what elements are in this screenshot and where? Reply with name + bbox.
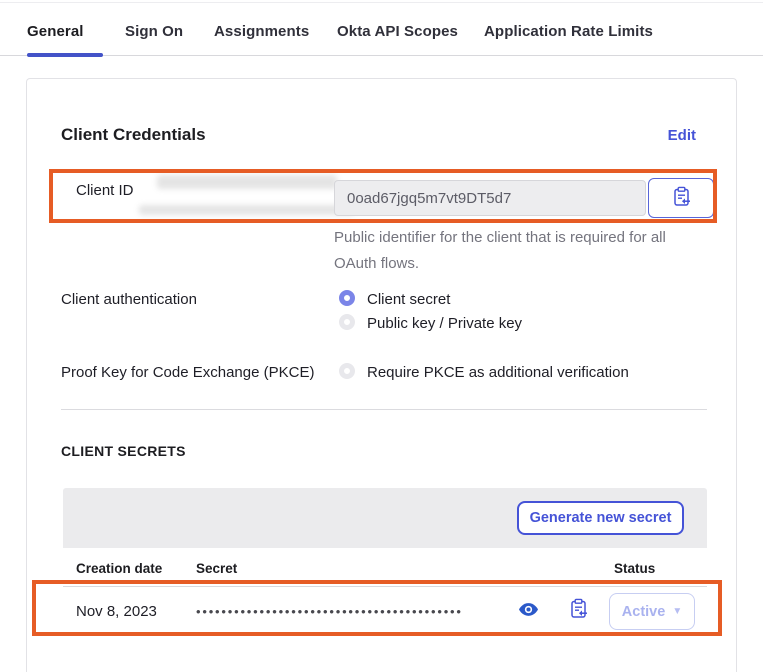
client-id-label: Client ID [76, 182, 134, 199]
eye-icon [519, 603, 538, 619]
masked-secret-value: ••••••••••••••••••••••••••••••••••••••••… [196, 604, 508, 619]
blurred-artifact [157, 175, 337, 189]
status-dropdown-button[interactable]: Active ▼ [609, 593, 695, 630]
client-credentials-title: Client Credentials [61, 125, 206, 145]
column-header-creation-date: Creation date [76, 561, 162, 576]
tab-general[interactable]: General [27, 23, 84, 40]
secret-creation-date: Nov 8, 2023 [76, 603, 157, 620]
tab-assignments[interactable]: Assignments [214, 23, 309, 40]
radio-public-private-key[interactable] [339, 314, 355, 330]
clipboard-paste-icon [569, 598, 588, 622]
blurred-artifact [139, 205, 354, 215]
column-header-status: Status [614, 561, 655, 576]
edit-link[interactable]: Edit [668, 127, 696, 144]
pkce-checkbox[interactable] [339, 363, 355, 379]
tab-sign-on[interactable]: Sign On [125, 23, 183, 40]
client-id-help-text: Public identifier for the client that is… [334, 225, 674, 277]
section-divider [61, 409, 707, 410]
general-settings-card: Client Credentials Edit Client ID Public… [26, 78, 737, 672]
top-divider [0, 2, 763, 3]
active-tab-indicator [27, 53, 103, 57]
pkce-option-label[interactable]: Require PKCE as additional verification [367, 364, 629, 381]
tab-bar: General Sign On Assignments Okta API Sco… [0, 14, 763, 56]
table-header-border [63, 586, 707, 587]
column-header-secret: Secret [196, 561, 237, 576]
pkce-label: Proof Key for Code Exchange (PKCE) [61, 364, 314, 381]
radio-client-secret-label[interactable]: Client secret [367, 291, 450, 308]
client-secrets-title: CLIENT SECRETS [61, 443, 186, 459]
radio-client-secret[interactable] [339, 290, 355, 306]
status-label: Active [622, 604, 666, 620]
client-authentication-label: Client authentication [61, 291, 197, 308]
clipboard-paste-icon [672, 186, 691, 210]
reveal-secret-button[interactable] [516, 602, 540, 620]
generate-new-secret-button[interactable]: Generate new secret [517, 501, 684, 535]
tab-okta-api-scopes[interactable]: Okta API Scopes [337, 23, 458, 40]
tab-application-rate-limits[interactable]: Application Rate Limits [484, 23, 653, 40]
copy-secret-button[interactable] [566, 598, 590, 622]
chevron-down-icon: ▼ [672, 606, 682, 617]
radio-public-private-key-label[interactable]: Public key / Private key [367, 315, 522, 332]
client-id-input[interactable] [334, 180, 646, 216]
copy-client-id-button[interactable] [648, 178, 714, 218]
